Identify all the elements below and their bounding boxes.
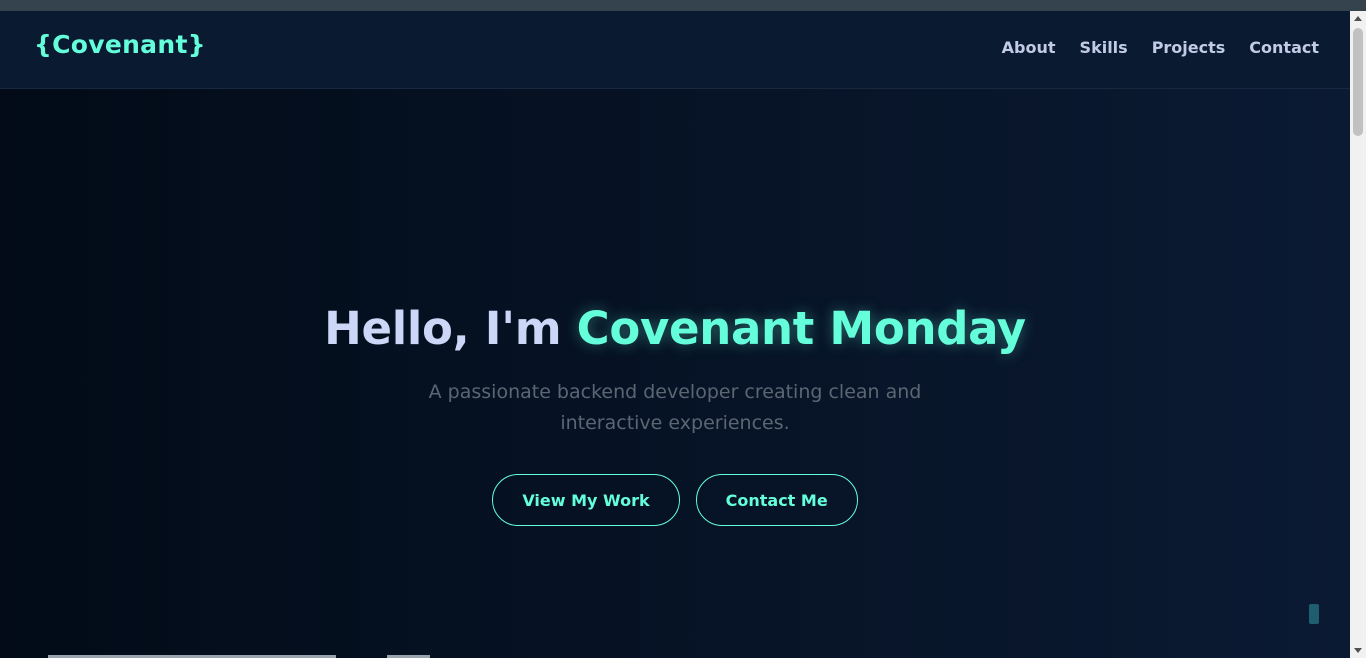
hero-buttons: View My Work Contact Me xyxy=(0,474,1350,526)
browser-top-strip xyxy=(0,0,1366,11)
scrollbar-thumb[interactable] xyxy=(1353,28,1363,136)
scroll-up-arrow-icon[interactable] xyxy=(1354,16,1362,21)
nav-links: About Skills Projects Contact xyxy=(1002,38,1319,57)
navbar: {Covenant} About Skills Projects Contact xyxy=(0,11,1350,89)
nav-link-contact[interactable]: Contact xyxy=(1249,38,1319,57)
hero-title: Hello, I'm Covenant Monday xyxy=(0,301,1350,357)
hero-greeting: Hello, I'm xyxy=(324,302,577,355)
hero-subtitle: A passionate backend developer creating … xyxy=(428,381,922,434)
nav-link-about[interactable]: About xyxy=(1002,38,1056,57)
hero-section: Hello, I'm Covenant Monday A passionate … xyxy=(0,301,1350,526)
floating-widget[interactable] xyxy=(1309,604,1319,624)
contact-me-button[interactable]: Contact Me xyxy=(695,474,858,526)
hero-name: Covenant Monday xyxy=(576,302,1026,355)
nav-link-projects[interactable]: Projects xyxy=(1152,38,1226,57)
page-viewport: {Covenant} About Skills Projects Contact… xyxy=(0,11,1350,658)
nav-link-skills[interactable]: Skills xyxy=(1080,38,1128,57)
scroll-down-arrow-icon[interactable] xyxy=(1354,648,1362,653)
site-logo[interactable]: {Covenant} xyxy=(34,30,206,59)
view-my-work-button[interactable]: View My Work xyxy=(492,474,680,526)
vertical-scrollbar[interactable] xyxy=(1350,11,1366,658)
